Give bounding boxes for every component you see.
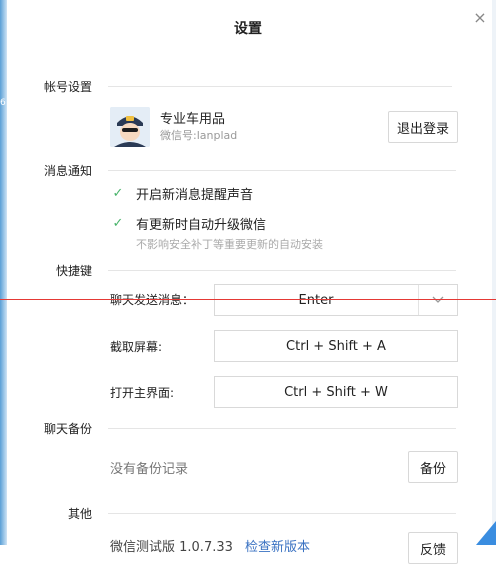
screenshot-shortcut-field[interactable]: Ctrl + Shift + A	[214, 330, 458, 362]
auto-update-checkbox[interactable]: ✓ 有更新时自动升级微信	[110, 214, 266, 233]
account-name: 专业车用品	[160, 112, 226, 127]
divider	[108, 513, 456, 514]
notifications-section-label: 消息通知	[43, 164, 92, 178]
account-section-label: 帐号设置	[43, 80, 92, 94]
logout-button[interactable]: 退出登录	[388, 111, 458, 143]
open-main-shortcut-label: 打开主界面:	[110, 386, 175, 400]
divider	[108, 170, 456, 171]
red-guide-line	[0, 299, 496, 300]
window-edge-left	[0, 0, 7, 545]
send-message-shortcut-select[interactable]: Enter	[214, 284, 458, 316]
auto-update-label: 有更新时自动升级微信	[136, 218, 267, 233]
divider	[108, 428, 456, 429]
backup-button[interactable]: 备份	[408, 451, 458, 483]
chevron-down-icon[interactable]	[418, 285, 457, 315]
divider	[108, 270, 456, 271]
shortcuts-section-label: 快捷键	[55, 264, 92, 278]
sound-alert-label: 开启新消息提醒声音	[136, 188, 254, 203]
check-icon: ✓	[112, 216, 124, 231]
send-message-shortcut-value: Enter	[298, 292, 334, 308]
edge-marker: 6	[0, 98, 6, 108]
feedback-button[interactable]: 反馈	[408, 532, 458, 564]
version-row: 微信测试版 1.0.7.33 检查新版本	[110, 536, 310, 555]
sound-alert-checkbox[interactable]: ✓ 开启新消息提醒声音	[110, 184, 253, 203]
backup-section-label: 聊天备份	[43, 422, 92, 436]
check-icon: ✓	[112, 186, 124, 201]
other-section-label: 其他	[67, 507, 92, 521]
version-text: 微信测试版 1.0.7.33	[110, 540, 233, 555]
close-icon[interactable]: ×	[472, 10, 488, 26]
screenshot-shortcut-label: 截取屏幕:	[110, 340, 163, 354]
auto-update-hint: 不影响安全补丁等重要更新的自动安装	[136, 238, 323, 251]
wechat-id: 微信号:lanplad	[160, 129, 238, 142]
window-edge-right	[492, 0, 496, 545]
backup-empty-text: 没有备份记录	[110, 462, 189, 477]
divider	[108, 86, 452, 87]
corner-accent	[476, 521, 496, 545]
dialog-title: 设置	[234, 21, 262, 37]
avatar[interactable]	[110, 107, 150, 147]
open-main-shortcut-field[interactable]: Ctrl + Shift + W	[214, 376, 458, 408]
check-update-link[interactable]: 检查新版本	[245, 540, 310, 555]
